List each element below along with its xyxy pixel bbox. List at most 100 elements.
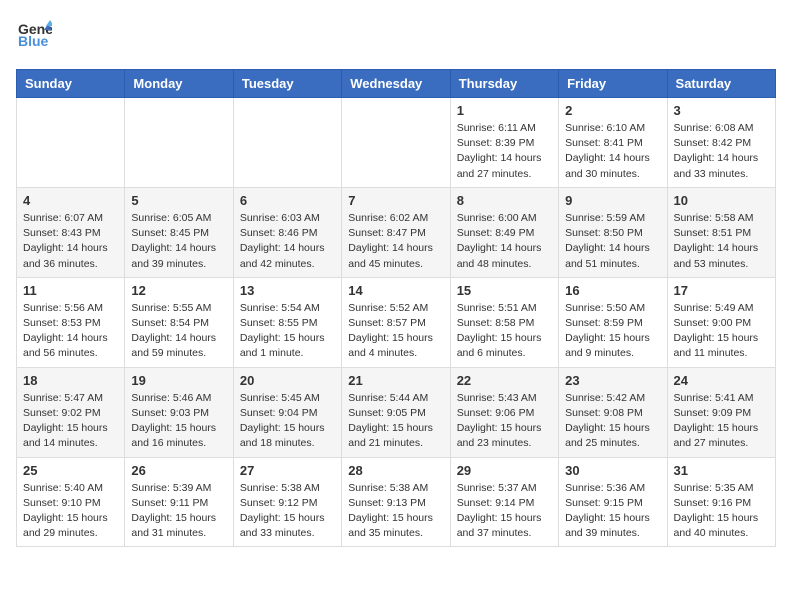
day-number: 21 [348, 373, 443, 388]
day-info: Sunrise: 5:51 AM Sunset: 8:58 PM Dayligh… [457, 301, 552, 362]
day-number: 6 [240, 193, 335, 208]
day-info: Sunrise: 5:45 AM Sunset: 9:04 PM Dayligh… [240, 391, 335, 452]
calendar-week-row: 25 Sunrise: 5:40 AM Sunset: 9:10 PM Dayli… [17, 457, 776, 547]
calendar-day-31: 31 Sunrise: 5:35 AM Sunset: 9:16 PM Dayli… [667, 457, 775, 547]
calendar-day-2: 2Sunrise: 6:10 AM Sunset: 8:41 PM Daylig… [559, 98, 667, 188]
calendar-week-row: 11Sunrise: 5:56 AM Sunset: 8:53 PM Dayli… [17, 277, 776, 367]
day-info: Sunrise: 5:43 AM Sunset: 9:06 PM Dayligh… [457, 391, 552, 452]
day-info: Sunrise: 5:42 AM Sunset: 9:08 PM Dayligh… [565, 391, 660, 452]
day-info: Sunrise: 5:40 AM Sunset: 9:10 PM Dayligh… [23, 481, 118, 542]
day-number: 24 [674, 373, 769, 388]
day-info: Sunrise: 5:38 AM Sunset: 9:13 PM Dayligh… [348, 481, 443, 542]
day-info: Sunrise: 5:41 AM Sunset: 9:09 PM Dayligh… [674, 391, 769, 452]
weekday-header-friday: Friday [559, 70, 667, 98]
day-number: 4 [23, 193, 118, 208]
day-number: 12 [131, 283, 226, 298]
calendar-day-8: 8 Sunrise: 6:00 AM Sunset: 8:49 PM Daylig… [450, 187, 558, 277]
day-number: 28 [348, 463, 443, 478]
day-number: 13 [240, 283, 335, 298]
day-info: Sunrise: 5:36 AM Sunset: 9:15 PM Dayligh… [565, 481, 660, 542]
day-number: 8 [457, 193, 552, 208]
calendar-day-10: 10 Sunrise: 5:58 AM Sunset: 8:51 PM Dayli… [667, 187, 775, 277]
weekday-header-monday: Monday [125, 70, 233, 98]
day-number: 2 [565, 103, 660, 118]
calendar-day-1: 1 Sunrise: 6:11 AM Sunset: 8:39 PM Daylig… [450, 98, 558, 188]
calendar-day-28: 28 Sunrise: 5:38 AM Sunset: 9:13 PM Dayli… [342, 457, 450, 547]
calendar-day-25: 25 Sunrise: 5:40 AM Sunset: 9:10 PM Dayli… [17, 457, 125, 547]
calendar-day-5: 5Sunrise: 6:05 AM Sunset: 8:45 PM Daylig… [125, 187, 233, 277]
calendar-day-18: 18 Sunrise: 5:47 AM Sunset: 9:02 PM Dayli… [17, 367, 125, 457]
day-info: Sunrise: 5:39 AM Sunset: 9:11 PM Dayligh… [131, 481, 226, 542]
calendar-week-row: 4 Sunrise: 6:07 AM Sunset: 8:43 PM Daylig… [17, 187, 776, 277]
calendar-week-row: 1 Sunrise: 6:11 AM Sunset: 8:39 PM Daylig… [17, 98, 776, 188]
calendar-day-27: 27 Sunrise: 5:38 AM Sunset: 9:12 PM Dayli… [233, 457, 341, 547]
day-number: 10 [674, 193, 769, 208]
day-number: 19 [131, 373, 226, 388]
day-number: 3 [674, 103, 769, 118]
day-number: 23 [565, 373, 660, 388]
calendar-day-14: 14 Sunrise: 5:52 AM Sunset: 8:57 PM Dayli… [342, 277, 450, 367]
day-info: Sunrise: 5:38 AM Sunset: 9:12 PM Dayligh… [240, 481, 335, 542]
day-info: Sunrise: 6:00 AM Sunset: 8:49 PM Dayligh… [457, 211, 552, 272]
calendar-day-12: 12Sunrise: 5:55 AM Sunset: 8:54 PM Dayli… [125, 277, 233, 367]
calendar-day-22: 22 Sunrise: 5:43 AM Sunset: 9:06 PM Dayli… [450, 367, 558, 457]
day-number: 7 [348, 193, 443, 208]
empty-day [233, 98, 341, 188]
day-info: Sunrise: 5:56 AM Sunset: 8:53 PM Dayligh… [23, 301, 118, 362]
day-number: 9 [565, 193, 660, 208]
weekday-header-tuesday: Tuesday [233, 70, 341, 98]
calendar-day-15: 15 Sunrise: 5:51 AM Sunset: 8:58 PM Dayli… [450, 277, 558, 367]
day-info: Sunrise: 5:49 AM Sunset: 9:00 PM Dayligh… [674, 301, 769, 362]
day-info: Sunrise: 5:59 AM Sunset: 8:50 PM Dayligh… [565, 211, 660, 272]
weekday-header-thursday: Thursday [450, 70, 558, 98]
calendar-day-24: 24 Sunrise: 5:41 AM Sunset: 9:09 PM Dayli… [667, 367, 775, 457]
calendar-week-row: 18 Sunrise: 5:47 AM Sunset: 9:02 PM Dayli… [17, 367, 776, 457]
calendar-day-29: 29Sunrise: 5:37 AM Sunset: 9:14 PM Dayli… [450, 457, 558, 547]
day-number: 26 [131, 463, 226, 478]
day-info: Sunrise: 5:54 AM Sunset: 8:55 PM Dayligh… [240, 301, 335, 362]
day-number: 1 [457, 103, 552, 118]
empty-day [17, 98, 125, 188]
svg-text:Blue: Blue [18, 33, 49, 49]
calendar-day-11: 11Sunrise: 5:56 AM Sunset: 8:53 PM Dayli… [17, 277, 125, 367]
calendar-day-23: 23 Sunrise: 5:42 AM Sunset: 9:08 PM Dayli… [559, 367, 667, 457]
calendar-day-21: 21 Sunrise: 5:44 AM Sunset: 9:05 PM Dayli… [342, 367, 450, 457]
calendar-day-26: 26 Sunrise: 5:39 AM Sunset: 9:11 PM Dayli… [125, 457, 233, 547]
calendar-day-20: 20 Sunrise: 5:45 AM Sunset: 9:04 PM Dayli… [233, 367, 341, 457]
day-number: 30 [565, 463, 660, 478]
calendar-day-16: 16 Sunrise: 5:50 AM Sunset: 8:59 PM Dayli… [559, 277, 667, 367]
day-number: 14 [348, 283, 443, 298]
day-number: 17 [674, 283, 769, 298]
day-info: Sunrise: 6:02 AM Sunset: 8:47 PM Dayligh… [348, 211, 443, 272]
day-number: 27 [240, 463, 335, 478]
day-info: Sunrise: 6:07 AM Sunset: 8:43 PM Dayligh… [23, 211, 118, 272]
weekday-header-wednesday: Wednesday [342, 70, 450, 98]
day-number: 25 [23, 463, 118, 478]
calendar-day-3: 3Sunrise: 6:08 AM Sunset: 8:42 PM Daylig… [667, 98, 775, 188]
day-info: Sunrise: 6:05 AM Sunset: 8:45 PM Dayligh… [131, 211, 226, 272]
day-number: 22 [457, 373, 552, 388]
calendar-header-row: SundayMondayTuesdayWednesdayThursdayFrid… [17, 70, 776, 98]
day-info: Sunrise: 5:58 AM Sunset: 8:51 PM Dayligh… [674, 211, 769, 272]
page-header: General Blue [16, 16, 776, 57]
day-info: Sunrise: 5:47 AM Sunset: 9:02 PM Dayligh… [23, 391, 118, 452]
day-info: Sunrise: 5:46 AM Sunset: 9:03 PM Dayligh… [131, 391, 226, 452]
day-info: Sunrise: 5:35 AM Sunset: 9:16 PM Dayligh… [674, 481, 769, 542]
day-number: 29 [457, 463, 552, 478]
calendar-day-13: 13 Sunrise: 5:54 AM Sunset: 8:55 PM Dayli… [233, 277, 341, 367]
day-number: 15 [457, 283, 552, 298]
empty-day [125, 98, 233, 188]
day-info: Sunrise: 5:50 AM Sunset: 8:59 PM Dayligh… [565, 301, 660, 362]
day-info: Sunrise: 5:52 AM Sunset: 8:57 PM Dayligh… [348, 301, 443, 362]
calendar-day-9: 9 Sunrise: 5:59 AM Sunset: 8:50 PM Daylig… [559, 187, 667, 277]
empty-day [342, 98, 450, 188]
day-number: 20 [240, 373, 335, 388]
day-number: 18 [23, 373, 118, 388]
logo-icon: General Blue [16, 16, 52, 57]
calendar-day-6: 6Sunrise: 6:03 AM Sunset: 8:46 PM Daylig… [233, 187, 341, 277]
day-number: 16 [565, 283, 660, 298]
calendar-day-4: 4 Sunrise: 6:07 AM Sunset: 8:43 PM Daylig… [17, 187, 125, 277]
day-info: Sunrise: 5:44 AM Sunset: 9:05 PM Dayligh… [348, 391, 443, 452]
day-info: Sunrise: 6:11 AM Sunset: 8:39 PM Dayligh… [457, 121, 552, 182]
day-number: 31 [674, 463, 769, 478]
